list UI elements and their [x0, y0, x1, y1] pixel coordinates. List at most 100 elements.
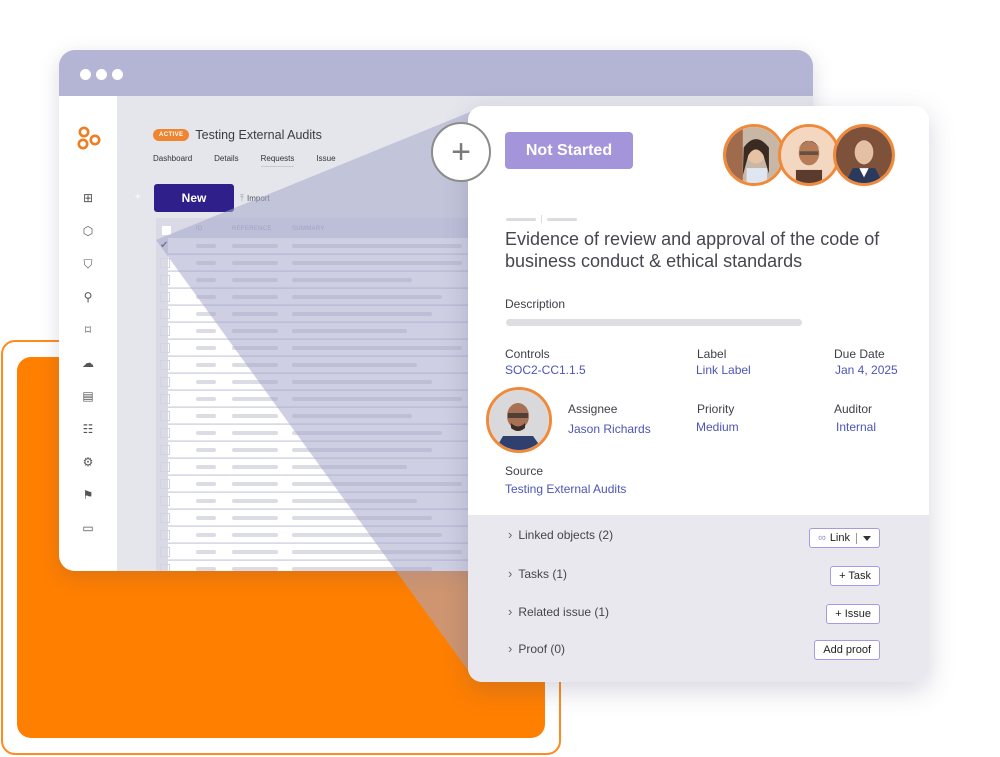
tab-details[interactable]: Details — [214, 154, 238, 167]
table-row[interactable] — [160, 561, 516, 571]
chevron-right-icon: › — [508, 641, 513, 656]
table-row[interactable] — [160, 306, 516, 322]
column-header-summary[interactable]: SUMMARY — [292, 226, 325, 232]
add-issue-button[interactable]: + Issue — [826, 604, 880, 624]
checklist-icon[interactable]: ☷ — [81, 422, 95, 436]
row-checkbox[interactable] — [160, 445, 170, 455]
table-row[interactable] — [160, 255, 516, 271]
table-row[interactable] — [160, 459, 516, 475]
row-checkbox[interactable] — [160, 530, 170, 540]
layout-icon[interactable]: ⊞ — [81, 191, 95, 205]
summary-cell — [292, 380, 432, 384]
description-placeholder[interactable] — [506, 319, 802, 326]
chevron-right-icon: › — [508, 604, 513, 619]
window-dot-close[interactable] — [80, 69, 91, 80]
row-checkbox[interactable] — [160, 564, 170, 571]
due-date-value[interactable]: Jan 4, 2025 — [835, 363, 898, 377]
reference-cell — [232, 533, 278, 537]
summary-cell — [292, 329, 407, 333]
project-header: ACTIVE Testing External Audits — [153, 128, 322, 142]
section-related-issue[interactable]: › Related issue (1) — [508, 604, 609, 619]
table-row[interactable] — [160, 544, 516, 560]
row-checkbox[interactable] — [160, 360, 170, 370]
row-checkbox[interactable] — [160, 377, 170, 387]
row-checkbox[interactable] — [160, 292, 170, 302]
table-row[interactable] — [160, 272, 516, 288]
table-row[interactable] — [160, 340, 516, 356]
report-icon[interactable]: ▤ — [81, 389, 95, 403]
row-checkbox[interactable] — [160, 462, 170, 472]
controls-link[interactable]: SOC2-CC1.1.5 — [505, 363, 586, 377]
row-checkbox[interactable]: ✔ — [160, 241, 170, 251]
row-checkbox[interactable] — [160, 547, 170, 557]
tab-issue[interactable]: Issue — [316, 154, 335, 167]
source-link[interactable]: Testing External Audits — [505, 482, 626, 496]
row-checkbox[interactable] — [160, 309, 170, 319]
assignee-link[interactable]: Jason Richards — [568, 422, 651, 436]
new-button[interactable]: New — [154, 184, 234, 212]
caret-down-icon[interactable] — [863, 535, 871, 541]
row-checkbox[interactable] — [160, 394, 170, 404]
table-row[interactable] — [160, 527, 516, 543]
link-button[interactable]: ∞ Link — [808, 528, 880, 548]
row-checkbox[interactable] — [160, 258, 170, 268]
table-row[interactable] — [160, 493, 516, 509]
section-label: Linked objects (2) — [518, 527, 614, 542]
cloud-upload-icon[interactable]: ☁ — [81, 356, 95, 370]
table-row[interactable] — [160, 425, 516, 441]
row-checkbox[interactable] — [160, 411, 170, 421]
breadcrumb-item[interactable] — [547, 217, 577, 221]
table-row[interactable] — [160, 408, 516, 424]
workflow-icon[interactable]: ⚲ — [81, 290, 95, 304]
import-button[interactable]: ⤒ Import — [240, 193, 270, 204]
app-logo-icon[interactable] — [77, 126, 103, 152]
package-icon[interactable]: ⬡ — [81, 224, 95, 238]
table-row[interactable] — [160, 510, 516, 526]
priority-value[interactable]: Medium — [696, 420, 739, 434]
section-linked-objects[interactable]: › Linked objects (2) — [508, 527, 613, 542]
row-checkbox[interactable] — [160, 428, 170, 438]
table-row[interactable]: ✔ — [160, 238, 516, 254]
column-header-id[interactable]: ID — [196, 226, 203, 232]
row-checkbox[interactable] — [160, 496, 170, 506]
summary-cell — [292, 533, 442, 537]
table-row[interactable] — [160, 391, 516, 407]
label-link[interactable]: Link Label — [696, 363, 751, 377]
table-row[interactable] — [160, 323, 516, 339]
row-checkbox[interactable] — [160, 513, 170, 523]
row-checkbox[interactable] — [160, 275, 170, 285]
add-proof-button[interactable]: Add proof — [814, 640, 880, 660]
section-proof[interactable]: › Proof (0) — [508, 641, 565, 656]
reference-cell — [232, 448, 278, 452]
ticket-icon[interactable]: ▭ — [81, 521, 95, 535]
window-dot-minimize[interactable] — [96, 69, 107, 80]
column-header-reference[interactable]: REFERENCE — [232, 226, 272, 232]
avatar[interactable] — [723, 124, 785, 186]
add-watcher-button[interactable]: + — [431, 122, 491, 182]
status-button[interactable]: Not Started — [505, 132, 633, 169]
add-task-button[interactable]: + Task — [830, 566, 880, 586]
row-checkbox[interactable] — [160, 326, 170, 336]
avatar[interactable] — [833, 124, 895, 186]
add-icon[interactable]: + — [135, 192, 141, 203]
auditor-value[interactable]: Internal — [836, 420, 876, 434]
table-row[interactable] — [160, 357, 516, 373]
vendor-icon[interactable]: ⚙ — [81, 455, 95, 469]
breadcrumb-item[interactable] — [506, 217, 536, 221]
section-tasks[interactable]: › Tasks (1) — [508, 566, 567, 581]
table-row[interactable] — [160, 374, 516, 390]
shield-icon[interactable]: ⛉ — [81, 257, 95, 271]
bookmark-chat-icon[interactable]: ⌑ — [81, 323, 95, 337]
select-all-checkbox[interactable] — [162, 226, 171, 235]
assignee-avatar[interactable] — [486, 387, 552, 453]
table-row[interactable] — [160, 476, 516, 492]
table-row[interactable] — [160, 289, 516, 305]
row-checkbox[interactable] — [160, 343, 170, 353]
tab-requests[interactable]: Requests — [260, 154, 295, 167]
tab-dashboard[interactable]: Dashboard — [153, 154, 192, 167]
row-checkbox[interactable] — [160, 479, 170, 489]
window-dot-maximize[interactable] — [112, 69, 123, 80]
avatar[interactable] — [778, 124, 840, 186]
flag-icon[interactable]: ⚑ — [81, 488, 95, 502]
table-row[interactable] — [160, 442, 516, 458]
